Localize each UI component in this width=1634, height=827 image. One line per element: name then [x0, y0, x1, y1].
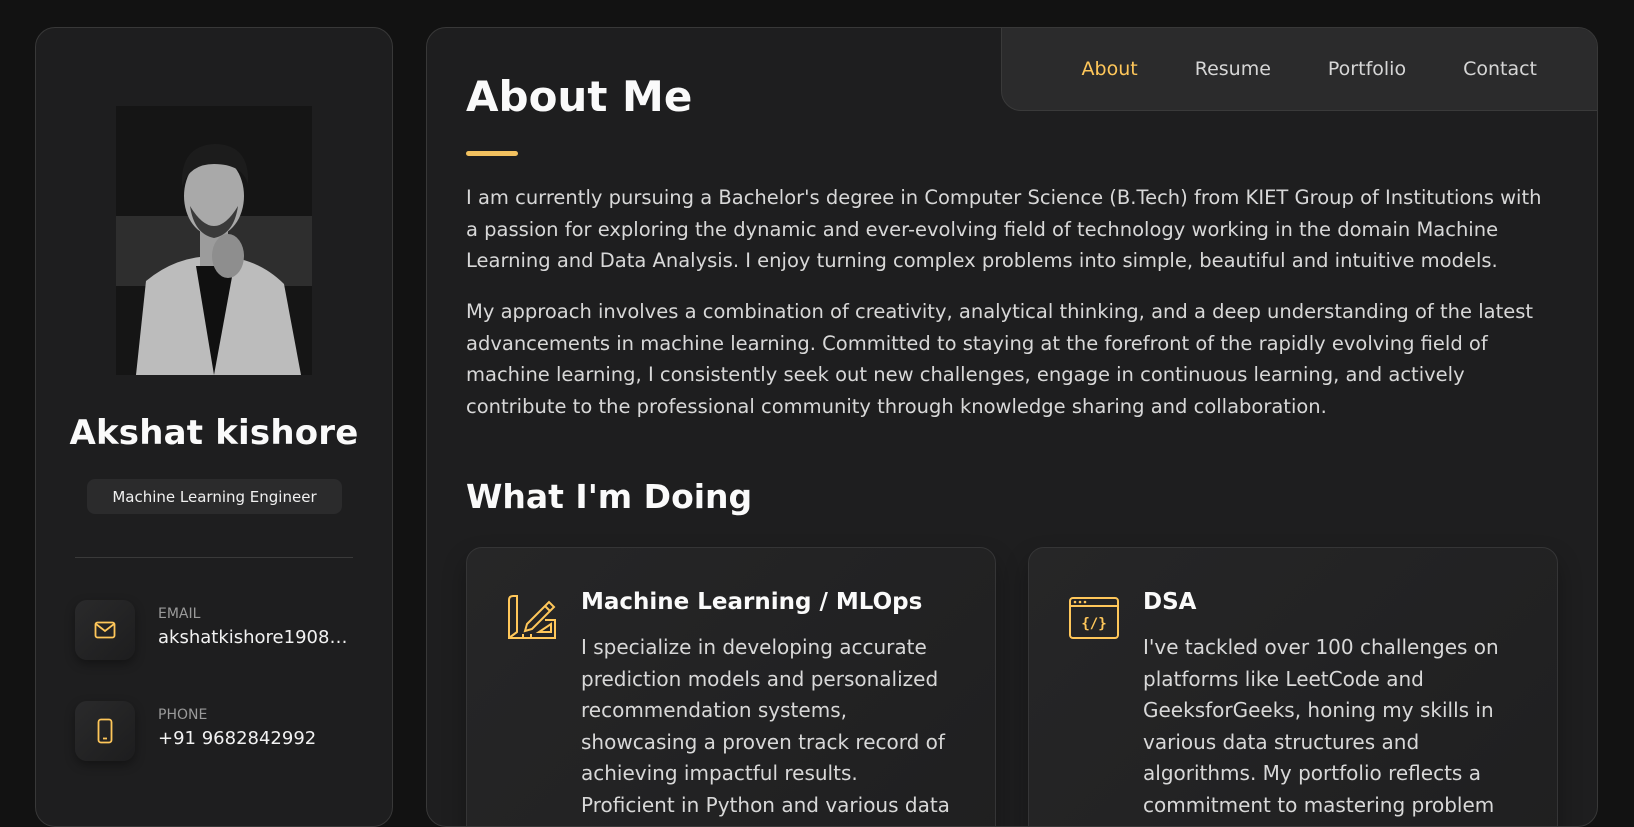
phone-icon [97, 718, 113, 744]
svg-text:{/}: {/} [1081, 616, 1106, 632]
mail-icon-box [75, 600, 135, 660]
service-description: I specialize in developing accurate pred… [581, 635, 950, 826]
about-paragraph-2: My approach involves a combination of cr… [466, 300, 1534, 418]
about-heading: About Me [466, 72, 693, 121]
heading-underline [466, 151, 518, 156]
email-link[interactable]: akshatkishore1908@... [158, 627, 350, 648]
navbar: About Resume Portfolio Contact [1001, 28, 1597, 111]
about-paragraph-1: I am currently pursuing a Bachelor's deg… [466, 186, 1542, 272]
mail-icon [94, 621, 116, 639]
email-label: Email [158, 606, 201, 622]
contact-phone: Phone +91 9682842992 [75, 701, 350, 761]
profile-name: Akshat kishore [69, 413, 359, 453]
divider [75, 557, 353, 558]
nav-about[interactable]: About [1082, 58, 1138, 80]
nav-portfolio[interactable]: Portfolio [1328, 58, 1406, 80]
service-card-dsa: {/} DSA I've tackled over 100 challenges… [1028, 547, 1558, 826]
design-pencil-ruler-icon [508, 595, 556, 639]
service-title: Machine Learning / MLOps [581, 589, 923, 615]
code-window-icon: {/} [1069, 597, 1119, 639]
service-card-ml: Machine Learning / MLOps I specialize in… [466, 547, 996, 826]
phone-icon-box [75, 701, 135, 761]
contact-email: Email akshatkishore1908@... [75, 600, 350, 660]
service-title: DSA [1143, 589, 1197, 615]
nav-resume[interactable]: Resume [1195, 58, 1271, 80]
profile-photo [116, 106, 312, 375]
nav-contact[interactable]: Contact [1463, 58, 1537, 80]
service-description: I've tackled over 100 challenges on plat… [1143, 635, 1499, 817]
doing-heading: What I'm Doing [466, 477, 753, 516]
avatar [116, 106, 312, 375]
main-panel: About Resume Portfolio Contact About Me … [426, 27, 1598, 827]
phone-label: Phone [158, 707, 208, 723]
job-title-badge: Machine Learning Engineer [87, 479, 342, 514]
phone-link[interactable]: +91 9682842992 [158, 728, 350, 749]
sidebar: Akshat kishore Machine Learning Engineer… [35, 27, 393, 827]
